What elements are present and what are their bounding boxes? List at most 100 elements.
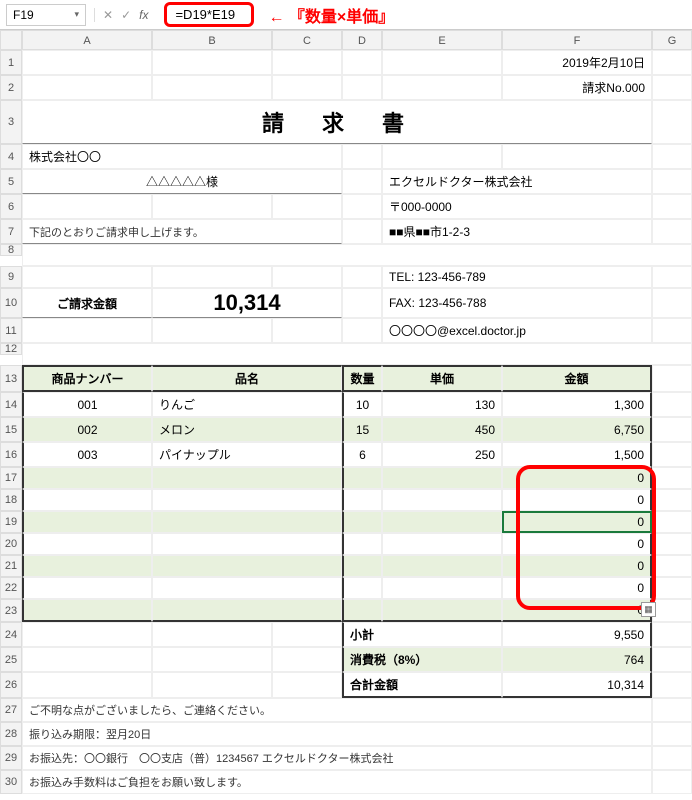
cell[interactable] [652, 442, 692, 467]
cell[interactable] [22, 599, 152, 622]
cell[interactable] [652, 672, 692, 698]
address-cell[interactable]: ■■県■■市1-2-3 [382, 219, 652, 244]
cell[interactable] [652, 75, 692, 100]
cell[interactable] [652, 288, 692, 318]
total-label-cell[interactable]: ご請求金額 [22, 288, 152, 318]
recipient-cell[interactable]: △△△△△様 [22, 169, 342, 194]
item-price[interactable]: 450 [382, 417, 502, 442]
row-22[interactable]: 22 [0, 577, 22, 599]
corner-cell[interactable] [0, 30, 22, 50]
row-3[interactable]: 3 [0, 100, 22, 144]
item-qty[interactable]: 15 [342, 417, 382, 442]
row-29[interactable]: 29 [0, 746, 22, 770]
col-A[interactable]: A [22, 30, 152, 50]
cell[interactable] [152, 622, 272, 647]
cell[interactable] [152, 533, 342, 555]
cell[interactable] [22, 489, 152, 511]
zero-cell[interactable]: 0 [502, 467, 652, 489]
cell[interactable] [22, 555, 152, 577]
zero-cell[interactable]: 0 [502, 577, 652, 599]
row-25[interactable]: 25 [0, 647, 22, 672]
cell[interactable] [382, 555, 502, 577]
cell[interactable] [342, 144, 382, 169]
row-21[interactable]: 21 [0, 555, 22, 577]
cell[interactable] [152, 511, 342, 533]
spreadsheet-grid[interactable]: A B C D E F G 1 2019年2月10日 2 請求No.000 3 … [0, 30, 692, 794]
cell[interactable] [652, 100, 692, 144]
cell[interactable] [272, 647, 342, 672]
footer-line[interactable]: お振込み手数料はご負担をお願い致します。 [22, 770, 652, 794]
cell[interactable] [652, 392, 692, 417]
formula-input[interactable]: =D19*E19 [164, 2, 254, 27]
cell[interactable] [22, 577, 152, 599]
email-cell[interactable]: 〇〇〇〇@excel.doctor.jp [382, 318, 652, 343]
row-26[interactable]: 26 [0, 672, 22, 698]
cell[interactable] [382, 144, 502, 169]
cell[interactable] [22, 647, 152, 672]
row-19[interactable]: 19 [0, 511, 22, 533]
footer-line[interactable]: お振込先：〇〇銀行 〇〇支店（普）1234567 エクセルドクター株式会社 [22, 746, 652, 770]
invoice-no-cell[interactable]: 請求No.000 [502, 75, 652, 100]
cell[interactable] [22, 50, 152, 75]
subtotal-label[interactable]: 小計 [342, 622, 502, 647]
cell[interactable] [22, 533, 152, 555]
subtotal-value[interactable]: 9,550 [502, 622, 652, 647]
cell[interactable] [652, 511, 692, 533]
cell[interactable] [272, 75, 342, 100]
row-18[interactable]: 18 [0, 489, 22, 511]
fax-cell[interactable]: FAX: 123-456-788 [382, 288, 652, 318]
cell[interactable] [22, 266, 152, 288]
cancel-icon[interactable]: ✕ [103, 8, 113, 22]
cell[interactable] [22, 511, 152, 533]
cell[interactable] [152, 467, 342, 489]
cell[interactable] [22, 318, 152, 343]
item-name[interactable]: メロン [152, 417, 342, 442]
row-5[interactable]: 5 [0, 169, 22, 194]
footer-line[interactable]: 振り込み期限：翌月20日 [22, 722, 652, 746]
cell[interactable] [152, 555, 342, 577]
row-4[interactable]: 4 [0, 144, 22, 169]
cell[interactable] [342, 266, 382, 288]
cell[interactable] [652, 698, 692, 722]
row-7[interactable]: 7 [0, 219, 22, 244]
cell[interactable] [652, 417, 692, 442]
item-price[interactable]: 130 [382, 392, 502, 417]
row-10[interactable]: 10 [0, 288, 22, 318]
col-B[interactable]: B [152, 30, 272, 50]
col-G[interactable]: G [652, 30, 692, 50]
cell[interactable] [342, 50, 382, 75]
item-no[interactable]: 002 [22, 417, 152, 442]
row-23[interactable]: 23 [0, 599, 22, 622]
total-value[interactable]: 10,314 [502, 672, 652, 698]
cell[interactable] [342, 555, 382, 577]
row-17[interactable]: 17 [0, 467, 22, 489]
zero-cell[interactable]: 0 [502, 533, 652, 555]
cell[interactable] [652, 599, 692, 622]
footer-line[interactable]: ご不明な点がございましたら、ご連絡ください。 [22, 698, 652, 722]
th-price[interactable]: 単価 [382, 365, 502, 392]
cell[interactable] [22, 244, 692, 266]
col-D[interactable]: D [342, 30, 382, 50]
cell[interactable] [652, 555, 692, 577]
item-amount[interactable]: 1,500 [502, 442, 652, 467]
tax-label[interactable]: 消費税（8%） [342, 647, 502, 672]
cell[interactable] [652, 622, 692, 647]
cell[interactable] [22, 343, 692, 365]
cell[interactable] [382, 75, 502, 100]
cell[interactable] [152, 647, 272, 672]
item-name[interactable]: りんご [152, 392, 342, 417]
cell[interactable] [22, 672, 152, 698]
cell[interactable] [152, 672, 272, 698]
row-6[interactable]: 6 [0, 194, 22, 219]
row-12[interactable]: 12 [0, 343, 22, 355]
cell[interactable] [652, 489, 692, 511]
cell[interactable] [272, 672, 342, 698]
cell[interactable] [152, 577, 342, 599]
col-C[interactable]: C [272, 30, 342, 50]
item-qty[interactable]: 10 [342, 392, 382, 417]
cell[interactable] [382, 577, 502, 599]
zero-cell[interactable]: 0 [502, 555, 652, 577]
cell[interactable] [652, 647, 692, 672]
cell[interactable] [652, 746, 692, 770]
cell[interactable] [652, 577, 692, 599]
